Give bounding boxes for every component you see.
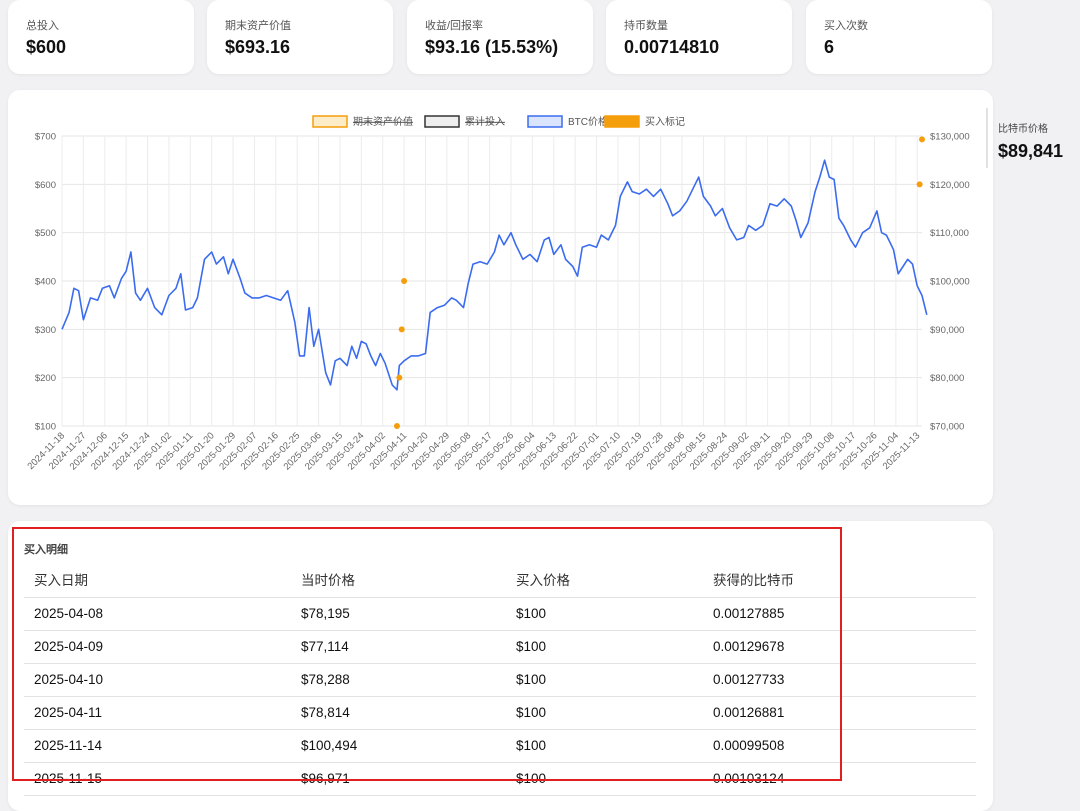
cell-btc: 0.00126881: [713, 705, 785, 720]
cell-date: 2025-11-15: [34, 771, 103, 786]
legend-swatch: [527, 115, 563, 128]
table-row: 2025-04-08 $78,195 $100 0.00127885: [24, 598, 976, 631]
legend-swatch: [424, 115, 460, 128]
y-left-tick-label: $400: [35, 277, 56, 288]
cell-amount: $100: [516, 606, 547, 621]
cell-date: 2025-04-09: [34, 639, 104, 654]
cell-price: $77,114: [301, 639, 349, 654]
cell-btc: 0.00103124: [713, 771, 785, 786]
stat-label: 总投入: [26, 20, 59, 32]
y-right-tick-label: $130,000: [930, 132, 970, 143]
stat-value: 0.00714810: [624, 37, 720, 57]
y-right-tick-label: $80,000: [930, 373, 964, 384]
cell-date: 2025-04-10: [34, 672, 104, 687]
cell-amount: $100: [516, 672, 547, 687]
table-row: 2025-04-11 $78,814 $100 0.00126881: [24, 697, 976, 730]
stat-value: $693.16: [225, 37, 291, 57]
purchase-details-title: 买入明细: [24, 544, 68, 556]
cell-price: $96,971: [301, 771, 350, 786]
cell-date: 2025-11-14: [34, 738, 103, 753]
table-row: 2025-04-10 $78,288 $100 0.00127733: [24, 664, 976, 697]
buy-marker-point: [396, 374, 403, 381]
y-left-tick-label: $100: [35, 422, 56, 433]
header-btc-acquired[interactable]: 获得的比特币: [713, 565, 794, 597]
header-buy-amount[interactable]: 买入价格: [516, 565, 570, 597]
cell-price: $78,814: [301, 705, 350, 720]
purchase-table: 买入日期 当时价格 买入价格 获得的比特币 2025-04-08 $78,195…: [24, 565, 976, 796]
stat-card-total-invested: 总投入 $600: [8, 0, 194, 74]
cell-amount: $100: [516, 738, 547, 753]
buy-marker-point: [916, 181, 923, 188]
cell-btc: 0.00099508: [713, 738, 785, 753]
stat-card-holdings: 持币数量 0.00714810: [606, 0, 792, 74]
table-row: 2025-04-09 $77,114 $100 0.00129678: [24, 631, 976, 664]
legend-swatch: [312, 115, 348, 128]
cell-date: 2025-04-08: [34, 606, 104, 621]
buy-marker-point: [919, 136, 925, 143]
stat-card-buy-count: 买入次数 6: [806, 0, 992, 74]
btc-dca-chart: $700 $130,000 $600 $120,000 $500 $110,000 $400…: [25, 115, 970, 472]
header-price-at-time[interactable]: 当时价格: [301, 565, 355, 597]
stat-value: $600: [26, 37, 67, 57]
y-left-tick-label: $200: [35, 373, 56, 384]
y-right-tick-label: $70,000: [930, 422, 964, 433]
buy-marker-point: [393, 423, 400, 429]
cell-amount: $100: [516, 705, 547, 720]
y-right-tick-label: $110,000: [930, 228, 969, 239]
cell-amount: $100: [516, 639, 547, 654]
stat-value: $93.16 (15.53%): [425, 37, 559, 57]
stat-label: 收益/回报率: [425, 20, 484, 32]
btc-price-label: 比特币价格: [998, 124, 1048, 135]
cell-btc: 0.00129678: [713, 639, 785, 654]
cell-btc: 0.00127733: [713, 672, 785, 687]
cell-amount: $100: [516, 771, 547, 786]
table-row: 2025-11-14 $100,494 $100 0.00099508: [24, 730, 976, 763]
chart-card: $700 $130,000 $600 $120,000 $500 $110,000 $400…: [8, 90, 993, 505]
cell-btc: 0.00127885: [713, 606, 785, 621]
y-right-tick-label: $90,000: [930, 325, 964, 336]
y-left-tick-label: $700: [35, 132, 56, 143]
legend-label: 累计投入: [465, 115, 505, 128]
cell-price: $78,195: [301, 606, 350, 621]
cell-price: $100,494: [301, 738, 358, 753]
cell-price: $78,288: [301, 672, 350, 687]
y-left-tick-label: $300: [35, 325, 56, 336]
btc-price-line: [61, 159, 928, 391]
y-left-tick-label: $600: [35, 180, 56, 191]
legend-swatch: [604, 115, 640, 128]
side-divider: [986, 108, 988, 168]
legend-label: 期末资产价值: [353, 115, 413, 128]
header-buy-date[interactable]: 买入日期: [34, 565, 88, 597]
y-right-tick-label: $100,000: [930, 277, 970, 288]
buy-marker-point: [401, 278, 408, 284]
cell-date: 2025-04-11: [34, 705, 103, 720]
table-header-row: 买入日期 当时价格 买入价格 获得的比特币: [24, 565, 976, 598]
stat-value: 6: [824, 37, 835, 57]
y-right-tick-label: $120,000: [930, 180, 970, 191]
stat-label: 持币数量: [624, 20, 668, 32]
stat-card-return: 收益/回报率 $93.16 (15.53%): [407, 0, 593, 74]
legend-label: BTC价格: [568, 115, 608, 128]
stat-label: 期末资产价值: [225, 20, 291, 32]
stat-card-final-value: 期末资产价值 $693.16: [207, 0, 393, 74]
y-left-tick-label: $500: [35, 228, 56, 239]
btc-price-value: $89,841: [998, 141, 1064, 161]
buy-marker-point: [398, 326, 405, 333]
legend-label: 买入标记: [645, 116, 685, 128]
table-row: 2025-11-15 $96,971 $100 0.00103124: [24, 763, 976, 796]
stat-label: 买入次数: [824, 20, 868, 32]
